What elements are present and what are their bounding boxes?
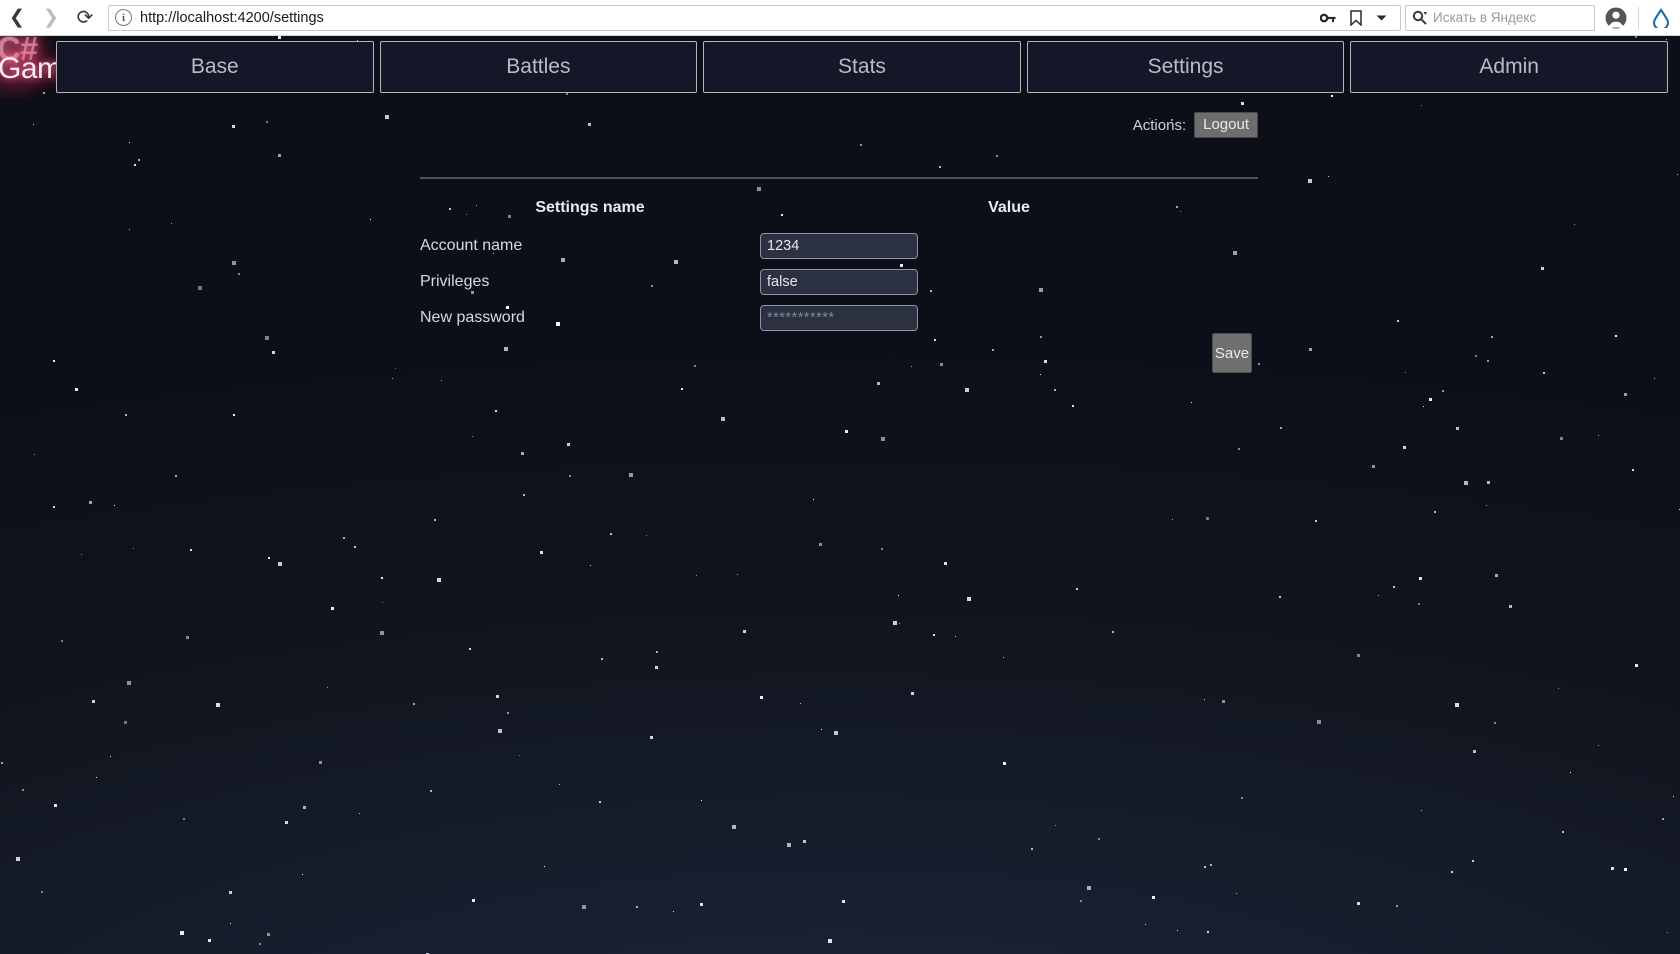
reload-icon[interactable]: ⟳ (68, 0, 102, 36)
table-row: Account name (420, 228, 1258, 264)
table-row: New password (420, 300, 1258, 336)
browser-toolbar: ❮ ❯ ⟳ i http://localhost:4200/settings И… (0, 0, 1680, 36)
settings-table: Settings name Value Account name Privile… (420, 188, 1258, 336)
bookmark-icon[interactable] (1343, 9, 1369, 26)
actions-label: Actions: (1132, 116, 1187, 134)
user-avatar-icon[interactable] (1597, 7, 1635, 29)
forward-arrow-icon[interactable]: ❯ (34, 0, 68, 36)
browser-right-controls (1597, 0, 1680, 36)
account-name-input[interactable] (760, 233, 918, 259)
search-box[interactable]: Искать в Яндекс (1405, 4, 1595, 31)
app-logo: C# Game (0, 36, 62, 98)
site-info-icon[interactable]: i (115, 9, 132, 26)
setting-value-cell (760, 305, 1258, 331)
logo-word-text: Game (0, 52, 62, 85)
save-button[interactable]: Save (1212, 333, 1252, 373)
privileges-input[interactable] (760, 269, 918, 295)
url-text: http://localhost:4200/settings (140, 9, 324, 26)
page-body: C# Game Base Battles Stats Settings Admi… (0, 36, 1680, 954)
tab-admin[interactable]: Admin (1350, 41, 1668, 93)
setting-label-new-password: New password (420, 309, 525, 326)
column-header-value: Value (988, 199, 1030, 216)
chevron-down-icon[interactable] (1369, 14, 1394, 22)
key-icon[interactable] (1313, 11, 1343, 25)
search-input-placeholder: Искать в Яндекс (1433, 10, 1537, 25)
back-arrow-icon[interactable]: ❮ (0, 0, 34, 36)
main-navigation: Base Battles Stats Settings Admin (56, 41, 1668, 93)
setting-value-cell (760, 233, 1258, 259)
tab-base[interactable]: Base (56, 41, 374, 93)
logout-button[interactable]: Logout (1194, 112, 1258, 138)
setting-label-privileges: Privileges (420, 273, 490, 290)
tab-stats[interactable]: Stats (703, 41, 1021, 93)
search-magnifier-icon (1412, 10, 1427, 25)
address-bar[interactable]: i http://localhost:4200/settings (108, 4, 1401, 31)
alice-assistant-icon[interactable] (1642, 7, 1680, 28)
header-divider (420, 177, 1258, 179)
table-row: Privileges (420, 264, 1258, 300)
starfield-background (0, 36, 1680, 954)
table-header-row: Settings name Value (420, 188, 1258, 228)
setting-label-account-name: Account name (420, 237, 523, 254)
tab-settings[interactable]: Settings (1026, 41, 1345, 93)
column-header-settings-name: Settings name (535, 199, 645, 216)
setting-value-cell (760, 269, 1258, 295)
new-password-input[interactable] (760, 305, 918, 331)
actions-row: Actions: Logout (0, 112, 1258, 138)
toolbar-divider (1638, 6, 1639, 29)
tab-battles[interactable]: Battles (379, 41, 698, 93)
